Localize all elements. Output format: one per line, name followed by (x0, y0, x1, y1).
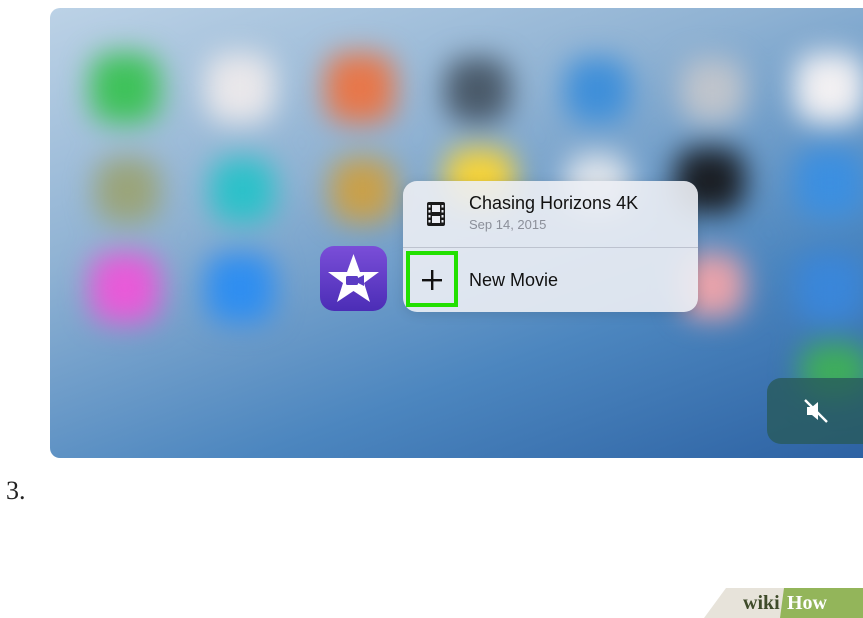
blurred-app-icon (90, 253, 160, 323)
speaker-muted-icon (804, 399, 828, 423)
new-movie-label: New Movie (469, 270, 559, 290)
quick-action-recent-movie[interactable]: Chasing Horizons 4K Sep 14, 2015 (403, 181, 698, 247)
imovie-app-icon[interactable] (320, 246, 387, 311)
movie-date: Sep 14, 2015 (469, 217, 547, 232)
page: Chasing Horizons 4K Sep 14, 2015 New Mov… (0, 0, 863, 618)
blurred-app-icon (205, 253, 275, 323)
blurred-app-icon (210, 158, 275, 223)
wikihow-watermark: wiki How (704, 588, 863, 618)
blurred-app-icon (205, 53, 275, 123)
blurred-app-icon (795, 53, 863, 123)
blurred-app-icon (90, 53, 160, 123)
blurred-app-icon (445, 58, 510, 123)
quick-action-menu: Chasing Horizons 4K Sep 14, 2015 New Mov… (403, 181, 698, 312)
blurred-app-icon (325, 53, 395, 123)
mute-toggle[interactable] (767, 378, 863, 444)
watermark-background (704, 588, 863, 618)
ios-home-screen-screenshot: Chasing Horizons 4K Sep 14, 2015 New Mov… (50, 8, 863, 458)
blurred-app-icon (680, 58, 745, 123)
film-strip-icon (427, 202, 445, 226)
blurred-app-icon (95, 158, 160, 223)
plus-icon (422, 270, 442, 290)
blurred-app-icon (565, 58, 630, 123)
blurred-app-icon (795, 253, 863, 323)
watermark-how-text: How (787, 592, 827, 614)
step-number: 3. (6, 476, 26, 505)
star-camera-icon (328, 254, 379, 302)
blurred-app-icon (795, 148, 863, 218)
new-movie-button[interactable]: New Movie (403, 248, 698, 312)
watermark-wiki-text: wiki (743, 592, 780, 614)
movie-title: Chasing Horizons 4K (469, 193, 639, 213)
blurred-app-icon (330, 158, 395, 223)
